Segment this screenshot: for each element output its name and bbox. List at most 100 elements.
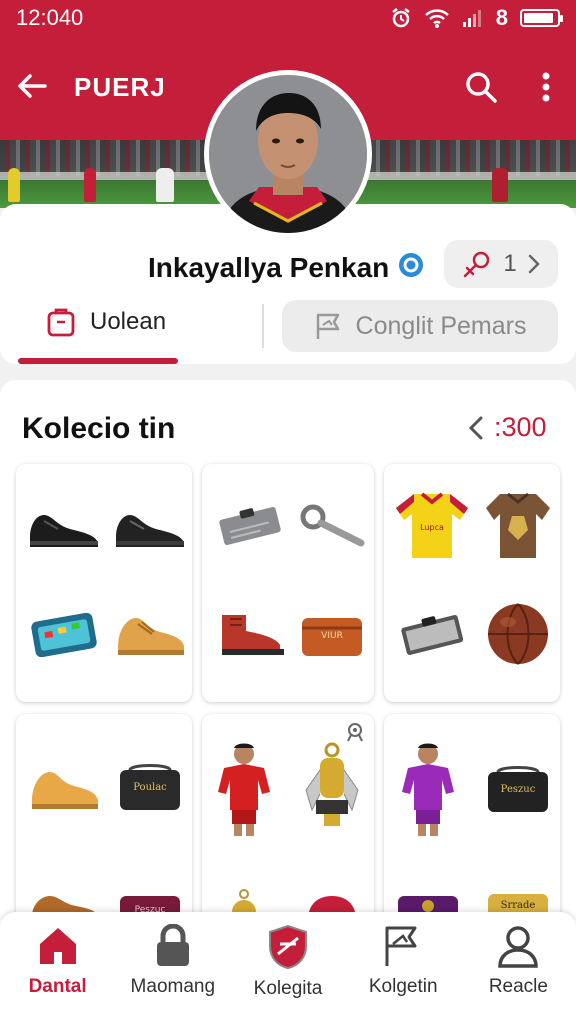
collection-card[interactable]: Poulac Peszuc [16,714,192,944]
collection-card[interactable]: Peszuc Srrade [384,714,560,944]
collection-card[interactable] [202,714,374,944]
nav-item-kolgetin[interactable]: Kolgetin [346,912,461,1024]
item-magnifier[interactable] [290,484,374,568]
collection-card[interactable] [16,464,192,702]
tab-uolean-label: Uolean [90,308,167,335]
home-icon [39,928,76,964]
collection-card[interactable]: Lupca [384,464,560,702]
pouch-icon: Peszuc [488,766,548,812]
pouch-icon: Poulac [120,764,180,810]
nav-item-reacle[interactable]: Reacle [461,912,576,1024]
pouch-label: Srrade [501,900,536,911]
pin-icon [347,723,363,742]
banner-player [8,168,20,202]
active-tab-indicator [18,358,178,364]
item-shoe-black[interactable] [22,484,106,568]
clipboard-icon [401,615,464,655]
collection-title: Kolecio tin [22,412,176,445]
player-figure-icon [218,743,270,836]
jersey-icon: Lupca [396,492,468,558]
flag-icon [316,313,339,339]
nav-label: Maomang [130,976,216,997]
item-jersey-brown[interactable] [476,484,560,568]
bottom-navigation: Dantal Maomang Kolegita Kolgetin Reacle [0,912,576,1024]
bag-icon [47,308,75,337]
item-pouch-orange[interactable]: VIUR [290,592,374,676]
conglit-pemars-button[interactable]: Conglit Pemars [282,300,558,352]
battery-icon [520,9,563,27]
flag-icon [385,926,417,966]
lock-icon [156,924,189,966]
chevron-right-icon [528,254,540,274]
whistle-icon [464,251,490,278]
jersey-icon [486,492,550,558]
person-icon [498,926,539,968]
profile-avatar[interactable] [204,70,372,238]
collection-section: Kolecio tin :300 VIUR Lupca Poulac Peszu… [0,380,576,944]
item-shoe-tan[interactable] [108,592,192,676]
item-phone[interactable] [22,592,106,676]
search-icon [466,72,497,103]
status-bar: 12:040 8 [0,0,576,36]
jersey-label: Lupca [420,523,444,532]
item-trophy[interactable] [290,740,374,840]
item-pouch-black[interactable]: Peszuc [476,748,560,832]
status-time: 12:040 [16,5,84,30]
conglit-pemars-label: Conglit Pemars [355,311,527,340]
tab-uolean[interactable]: Uolean [46,306,166,338]
phone-icon [31,612,97,658]
player-figure-icon [402,743,454,836]
shield-icon [269,924,307,970]
shoe-icon [32,772,98,809]
shoe-icon [30,515,98,547]
banner-player [84,168,96,202]
collection-count: :300 [494,412,547,442]
nav-item-maomang[interactable]: Maomang [115,912,230,1024]
status-signal-text: 8 [495,5,508,30]
more-options-button[interactable] [530,66,562,108]
alarm-icon [392,8,410,28]
arrow-left-icon [18,74,47,98]
chevron-left-icon[interactable] [466,414,486,442]
item-clipboard[interactable] [208,484,292,568]
nav-label: Kolegita [253,978,323,999]
nav-label: Reacle [488,976,548,997]
search-button[interactable] [460,66,502,108]
banner-player [492,168,508,202]
collection-nav: :300 [466,412,547,443]
wifi-icon [424,9,449,28]
item-player-figure-purple[interactable] [386,740,470,840]
cell-signal-icon [462,10,481,27]
nav-item-dantal[interactable]: Dantal [0,912,115,1024]
status-icons: 8 [390,5,563,31]
verified-badge-icon [399,253,423,277]
item-shoe-tan[interactable] [22,746,106,830]
item-shoe-black[interactable] [108,484,192,568]
clipboard-icon [219,507,281,545]
nav-item-kolegita[interactable]: Kolegita [230,912,345,1024]
profile-name: Inkayallya Penkan [148,252,390,283]
boot-icon [222,615,284,655]
item-ball[interactable] [476,592,560,676]
item-pouch-black[interactable]: Poulac [108,746,192,830]
item-clipboard-metal[interactable] [390,592,474,676]
banner-player [156,168,174,202]
pouch-label: Peszuc [501,784,536,795]
pouch-label: Poulac [133,782,167,793]
nav-label: Dantal [28,976,87,997]
item-player-figure-red[interactable] [202,740,286,840]
item-jersey-yellow[interactable]: Lupca [390,484,474,568]
follow-count: 1 [503,250,517,277]
trophy-icon [305,742,359,826]
follow-chip[interactable]: 1 [444,240,558,288]
collection-card[interactable]: VIUR [202,464,374,702]
tab-divider [262,304,264,348]
shoe-icon [116,515,184,547]
avatar-portrait [209,75,367,233]
magnifier-icon [300,504,365,547]
nav-label: Kolgetin [368,976,438,997]
pouch-icon: VIUR [302,618,362,656]
more-vert-icon [542,72,550,102]
item-boot-red[interactable] [208,592,292,676]
back-button[interactable] [12,66,52,106]
